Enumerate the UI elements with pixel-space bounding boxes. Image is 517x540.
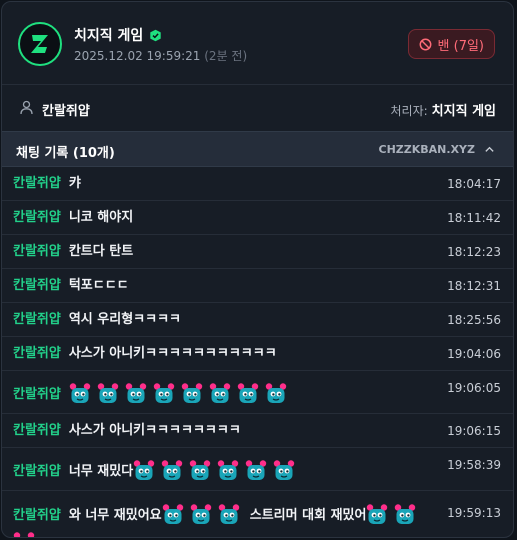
chat-time: 18:25:56 <box>447 313 501 327</box>
chat-message: 캬 <box>68 176 81 191</box>
chat-message: 역시 우리형ㅋㅋㅋㅋ <box>68 312 182 327</box>
chzzk-logo-icon[interactable] <box>18 22 62 66</box>
chat-row: 칸랄쥐얍 역시 우리형ㅋㅋㅋㅋ 18:25:56 <box>2 303 513 337</box>
chat-row: 칸랄쥐얍 와 너무 재밌어요 스트리머 대회 재밌어 19:59:13 <box>2 491 513 538</box>
user-icon <box>20 100 33 115</box>
handler-label: 처리자: <box>390 104 428 118</box>
chat-message: 니코 해야지 <box>68 210 134 225</box>
chat-time: 19:58:39 <box>447 458 501 472</box>
chat-time: 19:04:06 <box>447 347 501 361</box>
ban-card: 치지직 게임 2025.12.02 19:59:21 (2분 전) 밴 (7일)… <box>1 1 514 538</box>
chat-nick[interactable]: 칸랄쥐얍 <box>13 423 61 438</box>
emote-icon <box>190 503 212 525</box>
chat-nick[interactable]: 칸랄쥐얍 <box>13 244 61 259</box>
chat-time: 18:04:17 <box>447 177 501 191</box>
chat-message: 사스가 아니키ㅋㅋㅋㅋㅋㅋㅋㅋ <box>68 423 241 438</box>
chat-time: 18:12:31 <box>447 279 501 293</box>
emote-icon <box>13 531 35 538</box>
emote-icon <box>237 382 259 404</box>
chat-time: 19:06:05 <box>447 381 501 395</box>
emote-icon <box>245 459 267 481</box>
emote-icon <box>161 459 183 481</box>
emote-icon <box>218 503 240 525</box>
banned-user-row: 칸랄쥐얍 처리자: 치지직 게임 <box>2 85 513 131</box>
relative-time: (2분 전) <box>204 49 248 63</box>
ban-duration-label: 밴 (7일) <box>437 38 484 54</box>
emote-icon <box>133 459 155 481</box>
emote-icon <box>97 382 119 404</box>
ban-datetime: 2025.12.02 19:59:21 <box>74 49 201 63</box>
chat-row: 칸랄쥐얍 턱포ㄷㄷㄷ 18:12:31 <box>2 269 513 303</box>
chat-row: 칸랄쥐얍 너무 재밌다 19:58:39 <box>2 448 513 491</box>
emote-icon <box>125 382 147 404</box>
emote-icon <box>217 459 239 481</box>
chat-log-title: 채팅 기록 (10개) <box>16 146 115 161</box>
chat-row: 칸랄쥐얍 칸트다 탄트 18:12:23 <box>2 235 513 269</box>
emote-icon <box>69 382 91 404</box>
chat-nick[interactable]: 칸랄쥐얍 <box>13 210 61 225</box>
emote-icon <box>162 503 184 525</box>
ban-icon <box>419 38 431 50</box>
chat-row: 칸랄쥐얍 사스가 아니키ㅋㅋㅋㅋㅋㅋㅋㅋㅋㅋㅋ 19:04:06 <box>2 337 513 371</box>
emote-icon <box>273 459 295 481</box>
emote-icon <box>366 503 388 525</box>
emote-icon <box>181 382 203 404</box>
chat-time: 18:12:23 <box>447 245 501 259</box>
emote-icon <box>209 382 231 404</box>
channel-title[interactable]: 치지직 게임 <box>74 25 143 45</box>
emote-icon <box>394 503 416 525</box>
chat-message: 너무 재밌다 <box>68 464 134 479</box>
chat-log-header[interactable]: 채팅 기록 (10개) CHZZKBAN.XYZ <box>2 131 513 167</box>
chat-time: 19:59:13 <box>447 506 501 520</box>
chat-message-part-2: 스트리머 대회 재밌어 <box>249 508 367 523</box>
chat-message: 턱포ㄷㄷㄷ <box>68 278 129 293</box>
chat-nick[interactable]: 칸랄쥐얍 <box>13 176 61 191</box>
chat-time: 19:06:15 <box>447 424 501 438</box>
chat-row: 칸랄쥐얍 캬 18:04:17 <box>2 167 513 201</box>
chat-nick[interactable]: 칸랄쥐얍 <box>13 464 61 479</box>
banned-user-name[interactable]: 칸랄쥐얍 <box>42 100 90 119</box>
chat-time: 18:11:42 <box>447 211 501 225</box>
chat-row: 칸랄쥐얍 사스가 아니키ㅋㅋㅋㅋㅋㅋㅋㅋ 19:06:15 <box>2 414 513 448</box>
emote-icon <box>189 459 211 481</box>
card-header: 치지직 게임 2025.12.02 19:59:21 (2분 전) 밴 (7일) <box>2 2 513 84</box>
chat-message: 사스가 아니키ㅋㅋㅋㅋㅋㅋㅋㅋㅋㅋㅋ <box>68 346 277 361</box>
chat-nick[interactable]: 칸랄쥐얍 <box>13 387 61 402</box>
chat-row: 칸랄쥐얍 니코 해야지 18:11:42 <box>2 201 513 235</box>
handler-info: 처리자: 치지직 게임 <box>391 100 497 119</box>
site-label: CHZZKBAN.XYZ <box>378 143 475 156</box>
verified-badge-icon <box>150 29 161 41</box>
emote-icon <box>265 382 287 404</box>
chat-nick[interactable]: 칸랄쥐얍 <box>13 508 61 523</box>
handler-name[interactable]: 치지직 게임 <box>432 104 496 119</box>
chat-message: 칸트다 탄트 <box>68 244 134 259</box>
chat-nick[interactable]: 칸랄쥐얍 <box>13 312 61 327</box>
emote-icon <box>153 382 175 404</box>
channel-title-row: 치지직 게임 <box>74 25 162 45</box>
chat-row: 칸랄쥐얍 19:06:05 <box>2 371 513 414</box>
chevron-up-icon[interactable] <box>484 144 495 155</box>
ban-duration-badge: 밴 (7일) <box>407 29 495 59</box>
chat-nick[interactable]: 칸랄쥐얍 <box>13 278 61 293</box>
ban-timestamp: 2025.12.02 19:59:21 (2분 전) <box>74 47 247 64</box>
chat-nick[interactable]: 칸랄쥐얍 <box>13 346 61 361</box>
chat-message: 와 너무 재밌어요 <box>68 508 162 523</box>
chat-log-list: 칸랄쥐얍 캬 18:04:17 칸랄쥐얍 니코 해야지 18:11:42 칸랄쥐얍 칸트다… <box>2 167 513 538</box>
